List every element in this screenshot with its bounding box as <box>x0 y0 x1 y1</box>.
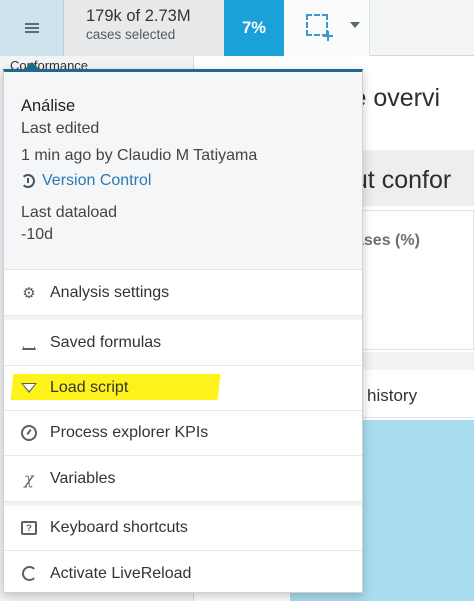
menu-item-label: Activate LiveReload <box>50 564 192 582</box>
add-selection-icon <box>306 14 333 41</box>
selection-percent-badge[interactable]: 7% <box>224 0 284 56</box>
version-control-label: Version Control <box>42 172 152 189</box>
last-edited-value: 1 min ago by Claudio M Tatiyama <box>21 147 258 164</box>
main-menu-button[interactable] <box>0 0 64 56</box>
menu-item-label: Keyboard shortcuts <box>50 519 188 536</box>
cases-selected-label: cases selected <box>86 27 176 42</box>
version-control-link[interactable]: Version Control <box>21 172 151 190</box>
menu-item-activate-livereload[interactable]: Activate LiveReload <box>4 551 362 596</box>
keyboard-icon: ? <box>20 519 38 537</box>
menu-item-label: Process explorer KPIs <box>50 424 209 441</box>
menu-item-analysis-settings[interactable]: ⚙ Analysis settings <box>4 270 362 316</box>
variable-icon: χ <box>24 469 34 488</box>
flask-icon <box>20 334 38 352</box>
menu-item-variables[interactable]: χ Variables <box>4 456 362 502</box>
menu-item-process-explorer-kpis[interactable]: Process explorer KPIs <box>4 411 362 456</box>
menu-divider <box>4 316 362 320</box>
kpi-card-title-fragment: ases (%) <box>355 232 420 249</box>
last-edited-label: Last edited <box>21 120 100 137</box>
analysis-info: Análise Last edited 1 min ago by Claudio… <box>4 72 362 270</box>
cases-count: 179k of 2.73M <box>86 7 191 25</box>
menu-item-label: Load script <box>50 379 129 396</box>
gear-icon: ⚙ <box>22 284 36 302</box>
menu-item-keyboard-shortcuts[interactable]: ? Keyboard shortcuts <box>4 506 362 551</box>
analysis-name: Análise <box>21 97 76 115</box>
menu-item-label: Saved formulas <box>50 334 162 351</box>
menu-item-load-script[interactable]: Load script <box>4 366 362 411</box>
menu-item-label: Variables <box>50 469 116 487</box>
gauge-icon <box>20 424 38 442</box>
top-toolbar: 179k of 2.73M cases selected 7% <box>0 0 474 56</box>
hamburger-icon <box>24 23 39 33</box>
case-selection-summary[interactable]: 179k of 2.73M cases selected <box>64 0 224 56</box>
menu-item-saved-formulas[interactable]: Saved formulas <box>4 321 362 366</box>
main-menu-dropdown: Análise Last edited 1 min ago by Claudio… <box>3 69 363 593</box>
last-dataload-value: -10d <box>21 226 54 243</box>
chevron-down-icon[interactable] <box>350 22 360 28</box>
menu-item-label: Analysis settings <box>50 283 170 301</box>
refresh-icon <box>20 565 38 583</box>
selection-tool-button[interactable] <box>284 0 370 56</box>
filter-icon <box>20 379 38 397</box>
menu-pointer <box>25 62 39 69</box>
history-label-fragment: history <box>367 386 418 405</box>
last-dataload-label: Last dataload <box>21 204 118 221</box>
history-icon <box>21 174 35 188</box>
